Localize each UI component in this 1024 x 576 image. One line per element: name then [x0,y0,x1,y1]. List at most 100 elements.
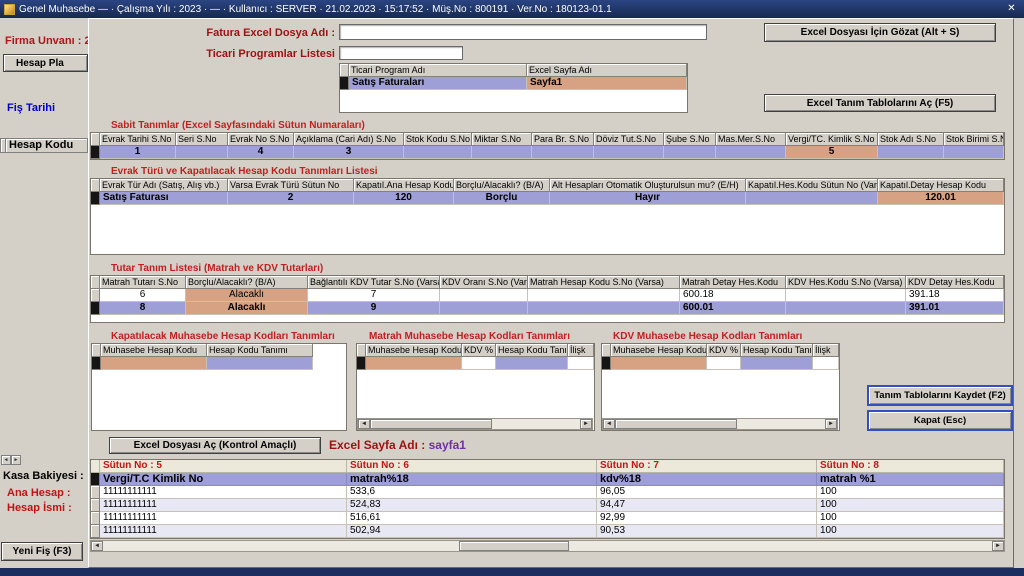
cell[interactable]: 94,47 [597,499,817,512]
scroll-left-icon[interactable]: ◄ [91,541,103,551]
cell[interactable] [568,357,594,370]
cell[interactable]: Alacaklı [186,289,308,302]
table-row[interactable]: 11111111111 533,6 96,05 100 [91,486,1004,499]
cell[interactable] [472,146,532,159]
scroll-left-icon[interactable]: ◄ [358,419,370,429]
cell[interactable]: Borçlu [454,192,550,205]
excel-ac-button[interactable]: Excel Dosyası Aç (Kontrol Amaçlı) [109,437,321,454]
cell[interactable]: 3 [294,146,404,159]
table-row[interactable]: 8 Alacaklı 9 600.01 391.01 [91,302,1004,315]
table-row[interactable]: 6 Alacaklı 7 600.18 391.18 [91,289,1004,302]
cell[interactable]: Satış Faturası [100,192,228,205]
table-row[interactable]: 1 43 5 [91,146,1004,159]
cell[interactable]: 524,83 [347,499,597,512]
cell[interactable] [746,192,878,205]
cell[interactable] [707,357,741,370]
kapat-button[interactable]: Kapat (Esc) [867,410,1013,431]
table-row[interactable]: 11111111111 502,94 90,53 100 [91,525,1004,538]
cell[interactable] [786,289,906,302]
scroll-thumb[interactable] [615,419,737,429]
cell[interactable]: Alacaklı [186,302,308,315]
cell[interactable]: 96,05 [597,486,817,499]
cell[interactable] [440,302,528,315]
cell[interactable] [207,357,313,370]
ticari-program-input[interactable] [339,46,463,60]
cell[interactable]: 100 [817,486,1004,499]
close-icon[interactable]: ✕ [1003,2,1020,16]
matrah-table-hscrollbar[interactable]: ◄ ► [357,418,593,430]
cell[interactable]: 90,53 [597,525,817,538]
cell[interactable]: 11111111111 [100,486,347,499]
cell[interactable] [944,146,1004,159]
preview-hscrollbar[interactable]: ◄ ► [90,540,1005,552]
cell[interactable]: 11111111111 [100,499,347,512]
scroll-thumb[interactable] [370,419,492,429]
cell[interactable] [101,357,207,370]
cell[interactable]: 100 [817,499,1004,512]
cell[interactable]: 5 [786,146,878,159]
cell[interactable]: 100 [817,512,1004,525]
cell[interactable]: Satış Faturaları [349,77,527,90]
cell[interactable]: 6 [100,289,186,302]
cell[interactable] [404,146,472,159]
cell[interactable] [611,357,707,370]
scroll-track[interactable] [615,419,825,429]
cell[interactable]: 4 [228,146,294,159]
kdv-table-hscrollbar[interactable]: ◄ ► [602,418,838,430]
cell[interactable] [786,302,906,315]
cell[interactable] [878,146,944,159]
cell[interactable]: 391.18 [906,289,1004,302]
cell[interactable] [813,357,839,370]
cell[interactable]: 120.01 [878,192,1004,205]
cell[interactable]: 11111111111 [100,512,347,525]
cell[interactable]: Sayfa1 [527,77,687,90]
cell[interactable]: 9 [308,302,440,315]
table-row[interactable] [92,357,346,370]
scroll-left-icon[interactable]: ◄ [603,419,615,429]
excel-tanim-ac-button[interactable]: Excel Tanım Tablolarını Aç (F5) [764,94,996,112]
scroll-track[interactable] [370,419,580,429]
cell[interactable]: Hayır [550,192,746,205]
cell[interactable] [664,146,716,159]
scroll-right-icon[interactable]: ► [11,455,21,465]
cell[interactable] [496,357,568,370]
table-row[interactable] [602,357,839,370]
cell[interactable]: 1 [100,146,176,159]
cell[interactable]: 11111111111 [100,525,347,538]
hesap-kodu-column-header[interactable]: Hesap Kodu [0,138,88,153]
cell[interactable] [528,302,680,315]
cell[interactable] [741,357,813,370]
cell[interactable]: 391.01 [906,302,1004,315]
cell[interactable] [594,146,664,159]
fatura-excel-input[interactable] [339,24,707,40]
cell[interactable]: 120 [354,192,454,205]
scroll-right-icon[interactable]: ► [580,419,592,429]
cell[interactable]: 533,6 [347,486,597,499]
scroll-left-icon[interactable]: ◄ [1,455,11,465]
cell[interactable] [176,146,228,159]
scroll-right-icon[interactable]: ► [825,419,837,429]
cell[interactable] [440,289,528,302]
cell[interactable] [366,357,462,370]
scroll-right-icon[interactable]: ► [992,541,1004,551]
scroll-thumb[interactable] [458,541,569,551]
cell[interactable]: 100 [817,525,1004,538]
table-row[interactable]: 11111111111 516,61 92,99 100 [91,512,1004,525]
cell[interactable] [532,146,594,159]
cell[interactable]: 600.01 [680,302,786,315]
yeni-fis-button[interactable]: Yeni Fiş (F3) [1,542,83,561]
cell[interactable] [462,357,496,370]
cell[interactable] [716,146,786,159]
table-row[interactable] [357,357,594,370]
sidebar-hscrollbar[interactable]: ◄ ► [1,455,21,465]
table-row[interactable]: 11111111111 524,83 94,47 100 [91,499,1004,512]
cell[interactable]: 2 [228,192,354,205]
table-row[interactable]: Satış Faturası 2 120 Borçlu Hayır 120.01 [91,192,1004,205]
hesap-plani-button[interactable]: Hesap Pla [3,54,88,72]
cell[interactable]: 8 [100,302,186,315]
cell[interactable] [528,289,680,302]
cell[interactable]: 502,94 [347,525,597,538]
cell[interactable]: 600.18 [680,289,786,302]
scroll-track[interactable] [103,541,992,551]
cell[interactable]: 92,99 [597,512,817,525]
